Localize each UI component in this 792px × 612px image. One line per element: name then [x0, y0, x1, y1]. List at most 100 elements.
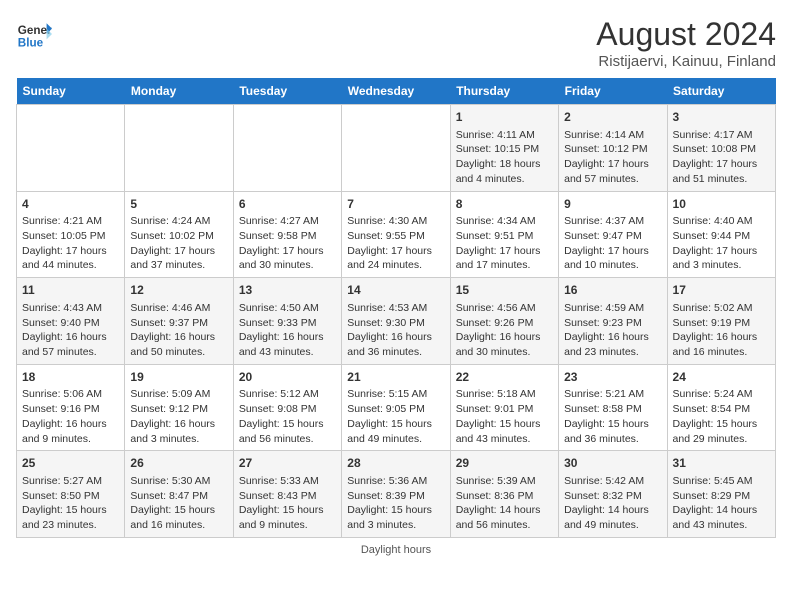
- day-number: 20: [239, 369, 336, 386]
- calendar-cell: 7Sunrise: 4:30 AM Sunset: 9:55 PM Daylig…: [342, 191, 450, 278]
- day-info: Sunrise: 5:33 AM Sunset: 8:43 PM Dayligh…: [239, 474, 336, 533]
- day-info: Sunrise: 4:37 AM Sunset: 9:47 PM Dayligh…: [564, 214, 661, 273]
- calendar-cell: 23Sunrise: 5:21 AM Sunset: 8:58 PM Dayli…: [559, 364, 667, 451]
- day-number: 30: [564, 455, 661, 472]
- calendar-cell: 24Sunrise: 5:24 AM Sunset: 8:54 PM Dayli…: [667, 364, 775, 451]
- day-info: Sunrise: 5:15 AM Sunset: 9:05 PM Dayligh…: [347, 387, 444, 446]
- calendar-cell: 3 Sunrise: 4:17 AM Sunset: 10:08 PM Dayli…: [667, 105, 775, 192]
- day-number: 25: [22, 455, 119, 472]
- calendar-cell: 8Sunrise: 4:34 AM Sunset: 9:51 PM Daylig…: [450, 191, 558, 278]
- calendar-cell: 30 Sunrise: 5:42 AM Sunset: 8:32 PM Dayli…: [559, 451, 667, 538]
- day-info: Sunrise: 4:50 AM Sunset: 9:33 PM Dayligh…: [239, 301, 336, 360]
- day-number: 12: [130, 282, 227, 299]
- day-info: Sunrise: 5:30 AM Sunset: 8:47 PM Dayligh…: [130, 474, 227, 533]
- footer-text: Daylight hours: [361, 544, 431, 556]
- calendar-subtitle: Ristijaervi, Kainuu, Finland: [596, 53, 776, 70]
- calendar-cell: 14 Sunrise: 4:53 AM Sunset: 9:30 PM Dayli…: [342, 278, 450, 365]
- day-info: Sunrise: 5:45 AM Sunset: 8:29 PM Dayligh…: [673, 474, 770, 533]
- day-info: Sunrise: 5:24 AM Sunset: 8:54 PM Dayligh…: [673, 387, 770, 446]
- calendar-cell: 10Sunrise: 4:40 AM Sunset: 9:44 PM Dayli…: [667, 191, 775, 278]
- day-info: Sunrise: 4:17 AM Sunset: 10:08 PM Daylig…: [673, 128, 770, 187]
- day-info: Sunrise: 4:24 AM Sunset: 10:02 PM Daylig…: [130, 214, 227, 273]
- day-of-week-header: Tuesday: [233, 78, 341, 105]
- day-number: 15: [456, 282, 553, 299]
- day-number: 13: [239, 282, 336, 299]
- day-info: Sunrise: 4:27 AM Sunset: 9:58 PM Dayligh…: [239, 214, 336, 273]
- day-info: Sunrise: 5:42 AM Sunset: 8:32 PM Dayligh…: [564, 474, 661, 533]
- day-of-week-header: Friday: [559, 78, 667, 105]
- calendar-cell: 31 Sunrise: 5:45 AM Sunset: 8:29 PM Dayli…: [667, 451, 775, 538]
- logo: General Blue: [16, 16, 52, 52]
- day-number: 4: [22, 196, 119, 213]
- calendar-cell: [125, 105, 233, 192]
- day-info: Sunrise: 4:59 AM Sunset: 9:23 PM Dayligh…: [564, 301, 661, 360]
- day-number: 14: [347, 282, 444, 299]
- day-info: Sunrise: 4:21 AM Sunset: 10:05 PM Daylig…: [22, 214, 119, 273]
- day-info: Sunrise: 4:34 AM Sunset: 9:51 PM Dayligh…: [456, 214, 553, 273]
- day-info: Sunrise: 4:14 AM Sunset: 10:12 PM Daylig…: [564, 128, 661, 187]
- day-info: Sunrise: 5:12 AM Sunset: 9:08 PM Dayligh…: [239, 387, 336, 446]
- day-number: 16: [564, 282, 661, 299]
- day-info: Sunrise: 5:09 AM Sunset: 9:12 PM Dayligh…: [130, 387, 227, 446]
- calendar-cell: 9Sunrise: 4:37 AM Sunset: 9:47 PM Daylig…: [559, 191, 667, 278]
- day-number: 6: [239, 196, 336, 213]
- calendar-cell: 5Sunrise: 4:24 AM Sunset: 10:02 PM Dayli…: [125, 191, 233, 278]
- day-info: Sunrise: 4:11 AM Sunset: 10:15 PM Daylig…: [456, 128, 553, 187]
- calendar-table: SundayMondayTuesdayWednesdayThursdayFrid…: [16, 78, 776, 538]
- day-number: 19: [130, 369, 227, 386]
- calendar-cell: 27 Sunrise: 5:33 AM Sunset: 8:43 PM Dayli…: [233, 451, 341, 538]
- title-block: August 2024 Ristijaervi, Kainuu, Finland: [596, 16, 776, 70]
- day-number: 5: [130, 196, 227, 213]
- day-number: 31: [673, 455, 770, 472]
- calendar-cell: 12 Sunrise: 4:46 AM Sunset: 9:37 PM Dayli…: [125, 278, 233, 365]
- day-info: Sunrise: 4:43 AM Sunset: 9:40 PM Dayligh…: [22, 301, 119, 360]
- calendar-cell: 22Sunrise: 5:18 AM Sunset: 9:01 PM Dayli…: [450, 364, 558, 451]
- calendar-cell: 16 Sunrise: 4:59 AM Sunset: 9:23 PM Dayli…: [559, 278, 667, 365]
- day-info: Sunrise: 5:27 AM Sunset: 8:50 PM Dayligh…: [22, 474, 119, 533]
- calendar-cell: 26 Sunrise: 5:30 AM Sunset: 8:47 PM Dayli…: [125, 451, 233, 538]
- calendar-cell: 6Sunrise: 4:27 AM Sunset: 9:58 PM Daylig…: [233, 191, 341, 278]
- day-number: 18: [22, 369, 119, 386]
- day-number: 23: [564, 369, 661, 386]
- calendar-cell: 15 Sunrise: 4:56 AM Sunset: 9:26 PM Dayli…: [450, 278, 558, 365]
- calendar-cell: 21Sunrise: 5:15 AM Sunset: 9:05 PM Dayli…: [342, 364, 450, 451]
- day-number: 10: [673, 196, 770, 213]
- day-number: 21: [347, 369, 444, 386]
- calendar-title: August 2024: [596, 16, 776, 53]
- day-info: Sunrise: 5:36 AM Sunset: 8:39 PM Dayligh…: [347, 474, 444, 533]
- day-number: 29: [456, 455, 553, 472]
- day-number: 26: [130, 455, 227, 472]
- calendar-cell: 4Sunrise: 4:21 AM Sunset: 10:05 PM Dayli…: [17, 191, 125, 278]
- day-of-week-header: Wednesday: [342, 78, 450, 105]
- logo-icon: General Blue: [16, 16, 52, 52]
- calendar-cell: [233, 105, 341, 192]
- day-info: Sunrise: 4:30 AM Sunset: 9:55 PM Dayligh…: [347, 214, 444, 273]
- calendar-cell: 19Sunrise: 5:09 AM Sunset: 9:12 PM Dayli…: [125, 364, 233, 451]
- day-number: 8: [456, 196, 553, 213]
- calendar-cell: 25 Sunrise: 5:27 AM Sunset: 8:50 PM Dayli…: [17, 451, 125, 538]
- day-of-week-header: Thursday: [450, 78, 558, 105]
- day-info: Sunrise: 5:18 AM Sunset: 9:01 PM Dayligh…: [456, 387, 553, 446]
- day-number: 7: [347, 196, 444, 213]
- day-of-week-header: Monday: [125, 78, 233, 105]
- day-number: 2: [564, 109, 661, 126]
- day-info: Sunrise: 4:56 AM Sunset: 9:26 PM Dayligh…: [456, 301, 553, 360]
- calendar-cell: 2 Sunrise: 4:14 AM Sunset: 10:12 PM Dayli…: [559, 105, 667, 192]
- day-number: 27: [239, 455, 336, 472]
- page-header: General Blue August 2024 Ristijaervi, Ka…: [16, 16, 776, 70]
- day-number: 28: [347, 455, 444, 472]
- calendar-cell: 17Sunrise: 5:02 AM Sunset: 9:19 PM Dayli…: [667, 278, 775, 365]
- day-number: 11: [22, 282, 119, 299]
- day-number: 22: [456, 369, 553, 386]
- day-info: Sunrise: 5:21 AM Sunset: 8:58 PM Dayligh…: [564, 387, 661, 446]
- calendar-cell: 11 Sunrise: 4:43 AM Sunset: 9:40 PM Dayli…: [17, 278, 125, 365]
- day-of-week-header: Sunday: [17, 78, 125, 105]
- day-number: 9: [564, 196, 661, 213]
- day-info: Sunrise: 4:46 AM Sunset: 9:37 PM Dayligh…: [130, 301, 227, 360]
- day-of-week-header: Saturday: [667, 78, 775, 105]
- day-number: 3: [673, 109, 770, 126]
- day-info: Sunrise: 4:53 AM Sunset: 9:30 PM Dayligh…: [347, 301, 444, 360]
- calendar-cell: [17, 105, 125, 192]
- day-number: 24: [673, 369, 770, 386]
- calendar-cell: 1Sunrise: 4:11 AM Sunset: 10:15 PM Dayli…: [450, 105, 558, 192]
